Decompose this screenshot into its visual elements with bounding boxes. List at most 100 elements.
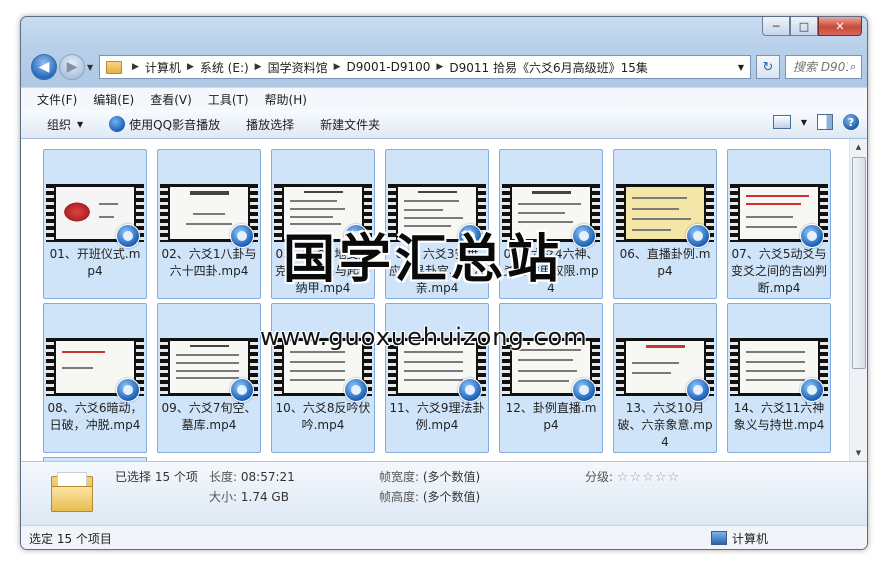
length-value: 08:57:21 [240,470,295,484]
file-tile[interactable]: 06、直播卦例.mp4 [613,149,717,299]
file-name: 09、六爻7旬空、墓库.mp4 [161,401,257,432]
qq-player-icon [686,224,710,248]
file-tile[interactable]: 04、六爻3安世应、寻卦宫、装六亲.mp4 [385,149,489,299]
star-icon[interactable]: ☆ [655,470,667,485]
file-name: 14、六爻11六神象义与持世.mp4 [733,401,825,432]
selection-count: 已选择 15 个项 [115,470,198,484]
file-name: 01、开班仪式.mp4 [49,247,141,278]
file-name: 08、六爻6暗动，日破，冲脱.mp4 [47,401,143,432]
menu-view[interactable]: 查看(V) [150,91,192,108]
star-icon[interactable]: ☆ [617,470,629,485]
breadcrumb: ▶ 计算机 ▶ 系统 (E:) ▶ 国学资料馆 ▶ D9001-D9100 ▶ … [126,59,648,76]
maximize-button[interactable]: □ [790,17,818,36]
qq-player-icon [800,378,824,402]
status-location: 计算机 [711,530,768,547]
status-bar: 选定 15 个项目 计算机 [21,525,867,549]
back-button[interactable]: ◀ [31,54,57,80]
scrollbar-thumb[interactable] [852,157,866,369]
menu-bar: 文件(F) 编辑(E) 查看(V) 工具(T) 帮助(H) [21,87,867,110]
size-label: 大小: [209,490,238,504]
folder-icon [51,472,93,512]
file-name: 11、六爻9理法卦例.mp4 [389,401,485,432]
forward-arrow-icon: ▶ [66,59,78,75]
close-button[interactable]: ✕ [818,17,862,36]
breadcrumb-drive[interactable]: 系统 (E:) [200,59,249,76]
file-view[interactable]: 01、开班仪式.mp4 02、六爻1八卦与六十四卦.mp4 03、六爻2地支生克… [21,139,867,461]
breadcrumb-current[interactable]: D9011 拾易《六爻6月高级班》15集 [449,59,648,76]
star-icon[interactable]: ☆ [630,470,642,485]
file-tile[interactable]: 11、六爻9理法卦例.mp4 [385,303,489,453]
scroll-up-icon[interactable]: ▲ [851,139,866,155]
back-arrow-icon: ◀ [38,59,50,75]
forward-button[interactable]: ▶ [59,54,85,80]
length-field: 长度: 08:57:21 [209,468,295,485]
file-tile[interactable]: 09、六爻7旬空、墓库.mp4 [157,303,261,453]
details-pane: 已选择 15 个项 长度: 08:57:21 大小: 1.74 GB 帧宽度: … [21,461,867,526]
new-folder-button[interactable]: 新建文件夹 [320,116,380,133]
frame-height-label: 帧高度: [379,490,420,504]
play-with-qq-button[interactable]: 使用QQ影音播放 [109,116,220,133]
size-field: 大小: 1.74 GB [209,488,289,505]
scroll-down-icon[interactable]: ▼ [851,445,866,461]
file-name: 04、六爻3安世应、寻卦宫、装六亲.mp4 [388,247,485,295]
breadcrumb-separator[interactable]: ▶ [132,62,139,72]
file-name: 12、卦例直播.mp4 [505,401,597,432]
search-icon[interactable]: ⌕ [850,60,856,74]
play-selection-button[interactable]: 播放选择 [246,116,294,133]
file-name: 06、直播卦例.mp4 [619,247,711,278]
qq-player-icon [686,378,710,402]
status-text: 选定 15 个项目 [29,531,112,546]
menu-file[interactable]: 文件(F) [37,91,77,108]
file-tile[interactable]: 01、开班仪式.mp4 [43,149,147,299]
change-view-icon[interactable] [772,115,791,129]
rating-label: 分级: [585,470,614,484]
qq-player-icon [458,378,482,402]
address-dropdown-icon[interactable]: ▼ [738,63,744,72]
file-tile[interactable]: 10、六爻8反吟伏吟.mp4 [271,303,375,453]
file-name: 02、六爻1八卦与六十四卦.mp4 [161,247,257,278]
breadcrumb-separator[interactable]: ▶ [334,62,341,72]
minimize-button[interactable]: ─ [762,17,790,36]
search-input[interactable] [791,59,850,75]
vertical-scrollbar[interactable]: ▲ ▼ [849,139,867,461]
recent-pages-dropdown[interactable]: ▼ [87,63,93,72]
view-dropdown-icon[interactable]: ▼ [801,118,807,127]
command-bar: 组织 ▼ 使用QQ影音播放 播放选择 新建文件夹 ▼ ? [21,110,867,139]
folder-icon [106,60,122,74]
frame-width-value: (多个数值) [422,470,481,484]
size-value: 1.74 GB [240,490,289,504]
menu-help[interactable]: 帮助(H) [265,91,307,108]
breadcrumb-separator[interactable]: ▶ [436,62,443,72]
file-tile[interactable]: 02、六爻1八卦与六十四卦.mp4 [157,149,261,299]
frame-width-label: 帧宽度: [379,470,420,484]
organize-button[interactable]: 组织 ▼ [47,116,83,133]
frame-width-field: 帧宽度: (多个数值) [379,468,480,485]
help-icon[interactable]: ? [843,114,859,130]
file-name: 10、六爻8反吟伏吟.mp4 [275,401,371,432]
file-tile[interactable]: 12、卦例直播.mp4 [499,303,603,453]
address-bar[interactable]: ▶ 计算机 ▶ 系统 (E:) ▶ 国学资料馆 ▶ D9001-D9100 ▶ … [99,55,751,79]
file-tile[interactable]: 05、六爻4六神、爻的作用权限.mp4 [499,149,603,299]
menu-edit[interactable]: 编辑(E) [93,91,134,108]
file-tile[interactable]: 07、六爻5动爻与变爻之间的吉凶判断.mp4 [727,149,831,299]
breadcrumb-separator[interactable]: ▶ [255,62,262,72]
status-location-label: 计算机 [732,531,769,546]
breadcrumb-computer[interactable]: 计算机 [145,59,181,76]
file-tile[interactable]: 08、六爻6暗动，日破，冲脱.mp4 [43,303,147,453]
search-box[interactable]: ⌕ [785,55,862,79]
file-tile[interactable]: 03、六爻2地支生克冲合关系与起卦纳甲.mp4 [271,149,375,299]
star-icon[interactable]: ☆ [668,470,680,485]
file-tile[interactable]: 14、六爻11六神象义与持世.mp4 [727,303,831,453]
qq-player-icon [572,378,596,402]
breadcrumb-separator[interactable]: ▶ [187,62,194,72]
qq-player-icon [109,116,126,132]
frame-height-value: (多个数值) [422,490,481,504]
breadcrumb-folder[interactable]: 国学资料馆 [268,59,328,76]
refresh-button[interactable]: ↻ [756,55,780,79]
breadcrumb-folder[interactable]: D9001-D9100 [347,60,431,74]
menu-tools[interactable]: 工具(T) [208,91,249,108]
star-icon[interactable]: ☆ [642,470,654,485]
preview-pane-icon[interactable] [817,114,833,130]
file-tile[interactable]: 13、六爻10月破、六亲象意.mp4 [613,303,717,453]
rating-field: 分级: ☆☆☆☆☆ [585,468,680,485]
